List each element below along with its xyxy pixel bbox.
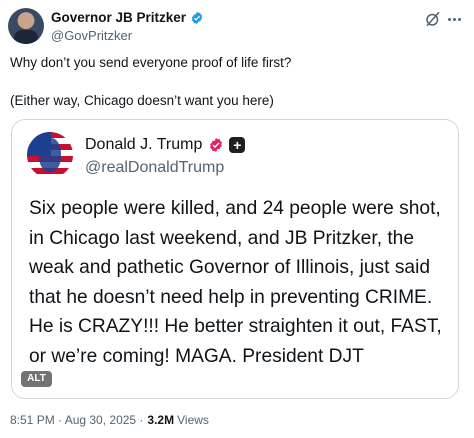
timestamp[interactable]: 8:51 PM · Aug 30, 2025 ·: [10, 413, 143, 427]
quoted-post-card[interactable]: Donald J. Trump + @realDonaldTrump Six p…: [11, 119, 459, 399]
post-text-line-2: (Either way, Chicago doesn’t want you he…: [10, 93, 274, 108]
post-text-line-1: Why don’t you send everyone proof of lif…: [10, 55, 292, 70]
author-name-row: Governor JB Pritzker: [51, 10, 204, 25]
author-avatar[interactable]: [8, 8, 44, 44]
alt-text-badge[interactable]: ALT: [21, 371, 52, 387]
quoted-author-avatar[interactable]: [27, 132, 73, 178]
post-header: Governor JB Pritzker @GovPritzker: [8, 6, 466, 46]
more-icon[interactable]: [448, 12, 466, 26]
verified-badge-icon: [191, 11, 203, 24]
views-label: Views: [177, 413, 209, 427]
verified-pink-badge-icon: [210, 138, 223, 152]
quoted-post-text: Six people were killed, and 24 people we…: [29, 198, 442, 367]
government-affiliation-icon: +: [229, 137, 246, 153]
quoted-author-name[interactable]: Donald J. Trump: [85, 136, 202, 154]
author-name[interactable]: Governor JB Pritzker: [51, 10, 186, 25]
views-count: 3.2M: [147, 413, 175, 427]
author-handle[interactable]: @GovPritzker: [51, 28, 132, 43]
grok-icon[interactable]: [424, 10, 442, 28]
quoted-author-handle[interactable]: @realDonaldTrump: [85, 159, 224, 177]
post-meta: 8:51 PM · Aug 30, 2025 · 3.2M Views: [10, 413, 209, 427]
quoted-author-name-row: Donald J. Trump +: [85, 136, 246, 154]
